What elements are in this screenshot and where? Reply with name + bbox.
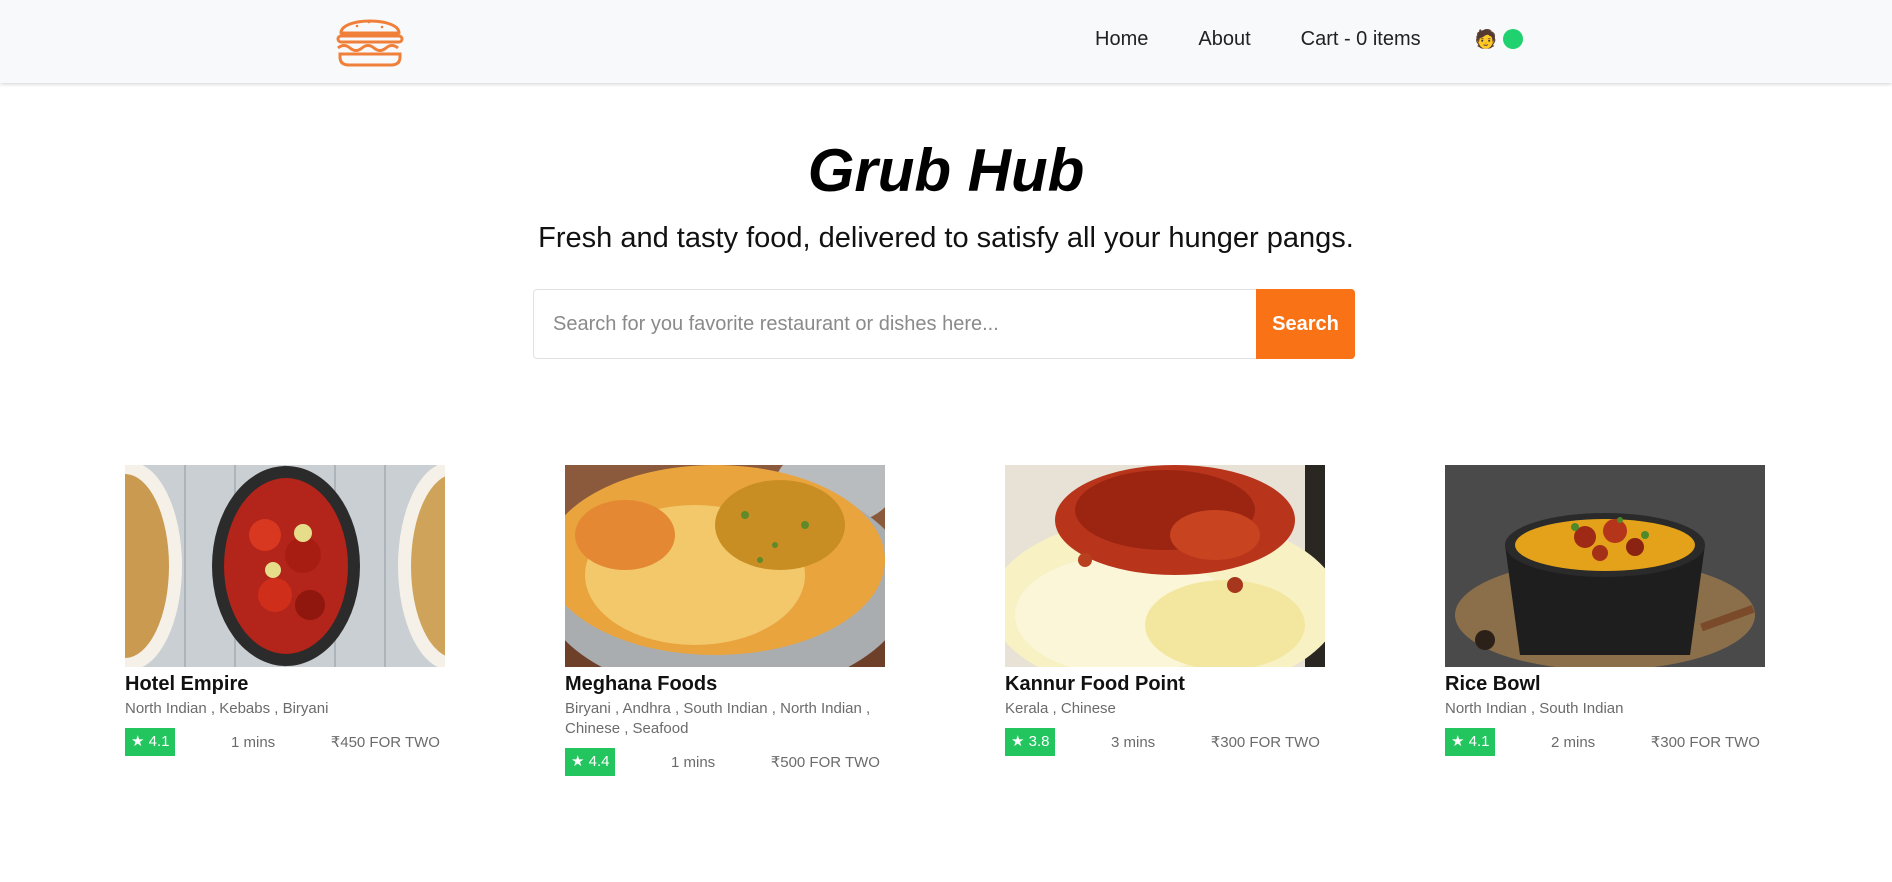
nav-cart-link[interactable]: Cart - 0 items <box>1301 28 1421 51</box>
restaurant-meta: ★ 3.8 3 mins ₹300 FOR TWO <box>1005 728 1325 756</box>
restaurant-card[interactable]: Kannur Food Point Kerala , Chinese ★ 3.8… <box>1005 465 1325 756</box>
rating-badge: ★ 3.8 <box>1005 728 1056 756</box>
burger-logo-icon[interactable] <box>333 9 407 69</box>
restaurant-name: Kannur Food Point <box>1005 673 1185 695</box>
restaurant-cuisines: North Indian , South Indian <box>1445 700 1624 717</box>
nav-links: Home About Cart - 0 items 🧑 <box>1095 24 1524 54</box>
online-status-indicator <box>1503 29 1524 49</box>
nav-about-link[interactable]: About <box>1198 28 1250 51</box>
dal-chicken-bowl-image <box>1445 465 1765 667</box>
cost-for-two: ₹450 FOR TWO <box>330 734 440 751</box>
cost-for-two: ₹500 FOR TWO <box>770 754 880 771</box>
delivery-time: 3 mins <box>1110 733 1156 751</box>
search-input[interactable] <box>533 289 1256 359</box>
search-button[interactable]: Search <box>1256 289 1355 359</box>
restaurant-name: Meghana Foods <box>565 673 718 695</box>
navbar: Home About Cart - 0 items 🧑 <box>0 0 1892 83</box>
restaurant-meta: ★ 4.1 1 mins ₹450 FOR TWO <box>125 728 445 756</box>
delivery-time: 1 mins <box>670 753 716 771</box>
biryani-bowl-image <box>565 465 885 667</box>
delivery-time: 1 mins <box>230 733 276 751</box>
restaurant-card[interactable]: Rice Bowl North Indian , South Indian ★ … <box>1445 465 1765 756</box>
rating-badge: ★ 4.1 <box>125 728 176 756</box>
rating-badge: ★ 4.4 <box>565 748 616 776</box>
restaurant-cuisines: Biryani , Andhra , South Indian , North … <box>565 700 871 737</box>
chicken-kebab-plate-image <box>125 465 445 667</box>
user-avatar-icon[interactable]: 🧑 <box>1475 29 1497 50</box>
page-title: Grub Hub <box>807 137 1085 204</box>
search-bar: Search <box>533 289 1355 359</box>
restaurant-card[interactable]: Meghana Foods Biryani , Andhra , South I… <box>565 465 885 776</box>
restaurant-meta: ★ 4.4 1 mins ₹500 FOR TWO <box>565 748 885 776</box>
restaurant-name: Rice Bowl <box>1445 673 1541 695</box>
page-subtitle: Fresh and tasty food, delivered to satis… <box>538 222 1354 254</box>
rating-badge: ★ 4.1 <box>1445 728 1496 756</box>
nav-home-link[interactable]: Home <box>1095 28 1148 51</box>
delivery-time: 2 mins <box>1550 733 1596 751</box>
restaurant-meta: ★ 4.1 2 mins ₹300 FOR TWO <box>1445 728 1765 756</box>
chicken-rice-plate-image <box>1005 465 1325 667</box>
cost-for-two: ₹300 FOR TWO <box>1210 734 1320 751</box>
restaurant-card[interactable]: Hotel Empire North Indian , Kebabs , Bir… <box>125 465 445 756</box>
cost-for-two: ₹300 FOR TWO <box>1650 734 1760 751</box>
restaurant-name: Hotel Empire <box>125 673 249 695</box>
restaurant-cuisines: Kerala , Chinese <box>1005 700 1116 717</box>
restaurant-cuisines: North Indian , Kebabs , Biryani <box>125 700 329 717</box>
